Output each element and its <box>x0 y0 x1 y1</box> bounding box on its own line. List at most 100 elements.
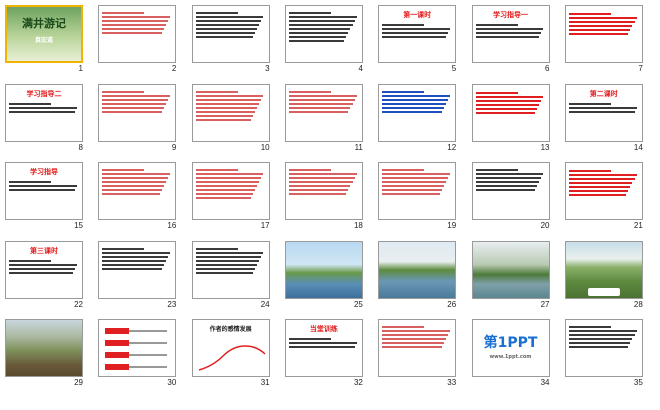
slide-preview[interactable]: 第一课时 <box>378 5 457 63</box>
slide-preview[interactable]: 当堂训练 <box>284 319 363 377</box>
slide-thumbnail-35[interactable]: 35 <box>563 317 647 391</box>
slide-body-lines <box>568 101 639 115</box>
slide-number: 10 <box>260 142 270 152</box>
slide-heading: 第三课时 <box>30 246 58 255</box>
text-line <box>195 173 264 175</box>
slide-preview[interactable]: 第二课时 <box>564 83 643 142</box>
diagram-title: 作者的感情发展 <box>209 326 252 333</box>
slide-preview[interactable] <box>378 319 457 377</box>
text-line <box>475 185 538 187</box>
slide-thumbnail-9[interactable]: 9 <box>96 82 180 156</box>
text-line <box>568 334 635 336</box>
slide-thumbnail-5[interactable]: 第一课时 5 <box>376 3 460 77</box>
slide-thumbnail-30[interactable]: 30 <box>96 317 180 391</box>
slide-preview[interactable] <box>564 162 643 220</box>
slide-thumbnail-2[interactable]: 2 <box>96 3 180 77</box>
slide-thumbnail-23[interactable]: 23 <box>96 239 180 313</box>
text-line <box>288 102 353 105</box>
slide-preview[interactable] <box>191 240 270 299</box>
slide-thumbnail-27[interactable]: 27 <box>470 239 554 313</box>
slide-thumbnail-11[interactable]: 11 <box>283 82 367 156</box>
slide-thumbnail-26[interactable]: 26 <box>376 239 460 313</box>
slide-number: 5 <box>451 64 457 73</box>
slide-thumbnail-8[interactable]: 学习指导二 8 <box>3 82 87 156</box>
text-line <box>475 95 544 98</box>
slide-thumbnail-29[interactable]: 29 <box>3 317 87 391</box>
slide-thumbnail-14[interactable]: 第二课时 14 <box>563 82 647 156</box>
text-line <box>9 259 51 262</box>
text-line <box>9 189 75 191</box>
text-line <box>475 189 535 191</box>
slide-thumbnail-19[interactable]: 19 <box>376 160 460 234</box>
slide-thumbnail-32[interactable]: 当堂训练 32 <box>283 317 367 391</box>
slide-preview[interactable] <box>98 5 177 63</box>
slide-body-lines <box>195 246 266 276</box>
slide-preview[interactable] <box>564 240 643 299</box>
text-line <box>102 169 145 171</box>
slide-preview[interactable] <box>284 83 363 142</box>
slide-thumbnail-13[interactable]: 13 <box>470 82 554 156</box>
slide-preview[interactable] <box>284 240 363 299</box>
slide-thumbnail-24[interactable]: 24 <box>190 239 274 313</box>
slide-thumbnail-20[interactable]: 20 <box>470 160 554 234</box>
slide-thumbnail-16[interactable]: 16 <box>96 160 180 234</box>
slide-body-lines <box>9 101 79 115</box>
slide-preview[interactable] <box>5 319 83 377</box>
slide-preview[interactable]: 学习指导 <box>5 162 83 220</box>
slide-thumbnail-1[interactable]: 满井游记 袁宏道 1 <box>3 3 87 77</box>
slide-preview[interactable]: 作者的感情发展 <box>191 319 270 377</box>
slide-thumbnail-33[interactable]: 33 <box>376 317 460 391</box>
text-line <box>475 36 540 38</box>
slide-number: 7 <box>638 64 643 73</box>
slide-preview[interactable]: 第1PPT www.1ppt.com <box>471 319 550 377</box>
slide-preview[interactable] <box>191 162 270 220</box>
text-line <box>475 32 542 34</box>
slide-preview[interactable] <box>471 83 550 142</box>
slide-preview[interactable] <box>284 162 363 220</box>
slide-number: 1 <box>78 64 83 73</box>
slide-preview[interactable] <box>98 162 177 220</box>
slide-body-lines <box>288 336 359 350</box>
slide-preview[interactable]: 学习指导一 <box>471 5 550 63</box>
slide-preview[interactable] <box>564 5 643 63</box>
slide-heading: 当堂训练 <box>309 325 338 333</box>
slide-thumbnail-12[interactable]: 12 <box>376 82 460 156</box>
slide-thumbnail-22[interactable]: 第三课时 22 <box>3 239 87 313</box>
slide-preview[interactable] <box>378 83 457 142</box>
slide-thumbnail-15[interactable]: 学习指导 15 <box>3 160 87 234</box>
slide-preview[interactable]: 第三课时 <box>5 240 83 299</box>
slide-thumbnail-4[interactable]: 4 <box>283 3 367 77</box>
slide-preview[interactable] <box>191 5 270 63</box>
text-line <box>382 110 442 113</box>
slide-preview[interactable]: 满井游记 袁宏道 <box>5 5 83 63</box>
slide-thumbnail-34[interactable]: 第1PPT www.1ppt.com 34 <box>470 317 554 391</box>
slide-body-lines <box>195 89 266 123</box>
slide-preview[interactable] <box>471 240 550 299</box>
text-line <box>475 103 540 106</box>
slide-preview[interactable] <box>564 319 643 377</box>
slide-preview[interactable] <box>98 240 177 299</box>
slide-thumbnail-21[interactable]: 21 <box>563 160 647 234</box>
slide-preview[interactable]: 学习指导二 <box>5 83 83 142</box>
slide-thumbnail-7[interactable]: 7 <box>563 3 647 77</box>
slide-preview[interactable] <box>98 319 177 377</box>
slide-thumbnail-10[interactable]: 10 <box>190 82 274 156</box>
slide-thumbnail-17[interactable]: 17 <box>190 160 274 234</box>
slide-preview[interactable] <box>191 83 270 142</box>
slide-preview[interactable] <box>378 162 457 220</box>
text-line <box>195 102 260 105</box>
text-line <box>288 16 357 18</box>
slide-heading: 学习指导二 <box>26 89 62 98</box>
slide-thumbnail-25[interactable]: 25 <box>283 239 367 313</box>
slide-thumbnail-31[interactable]: 作者的感情发展 31 <box>190 317 274 391</box>
slide-thumbnail-18[interactable]: 18 <box>283 160 367 234</box>
slide-thumbnail-28[interactable]: 28 <box>563 239 647 313</box>
slide-preview[interactable] <box>378 240 457 299</box>
slide-thumbnail-6[interactable]: 学习指导一 6 <box>470 3 554 77</box>
slide-preview[interactable] <box>471 162 550 220</box>
slide-preview[interactable] <box>284 5 363 63</box>
slide-thumbnail-3[interactable]: 3 <box>190 3 274 77</box>
slide-preview[interactable] <box>98 83 177 142</box>
text-line <box>382 189 442 191</box>
slide-number: 8 <box>78 142 83 152</box>
